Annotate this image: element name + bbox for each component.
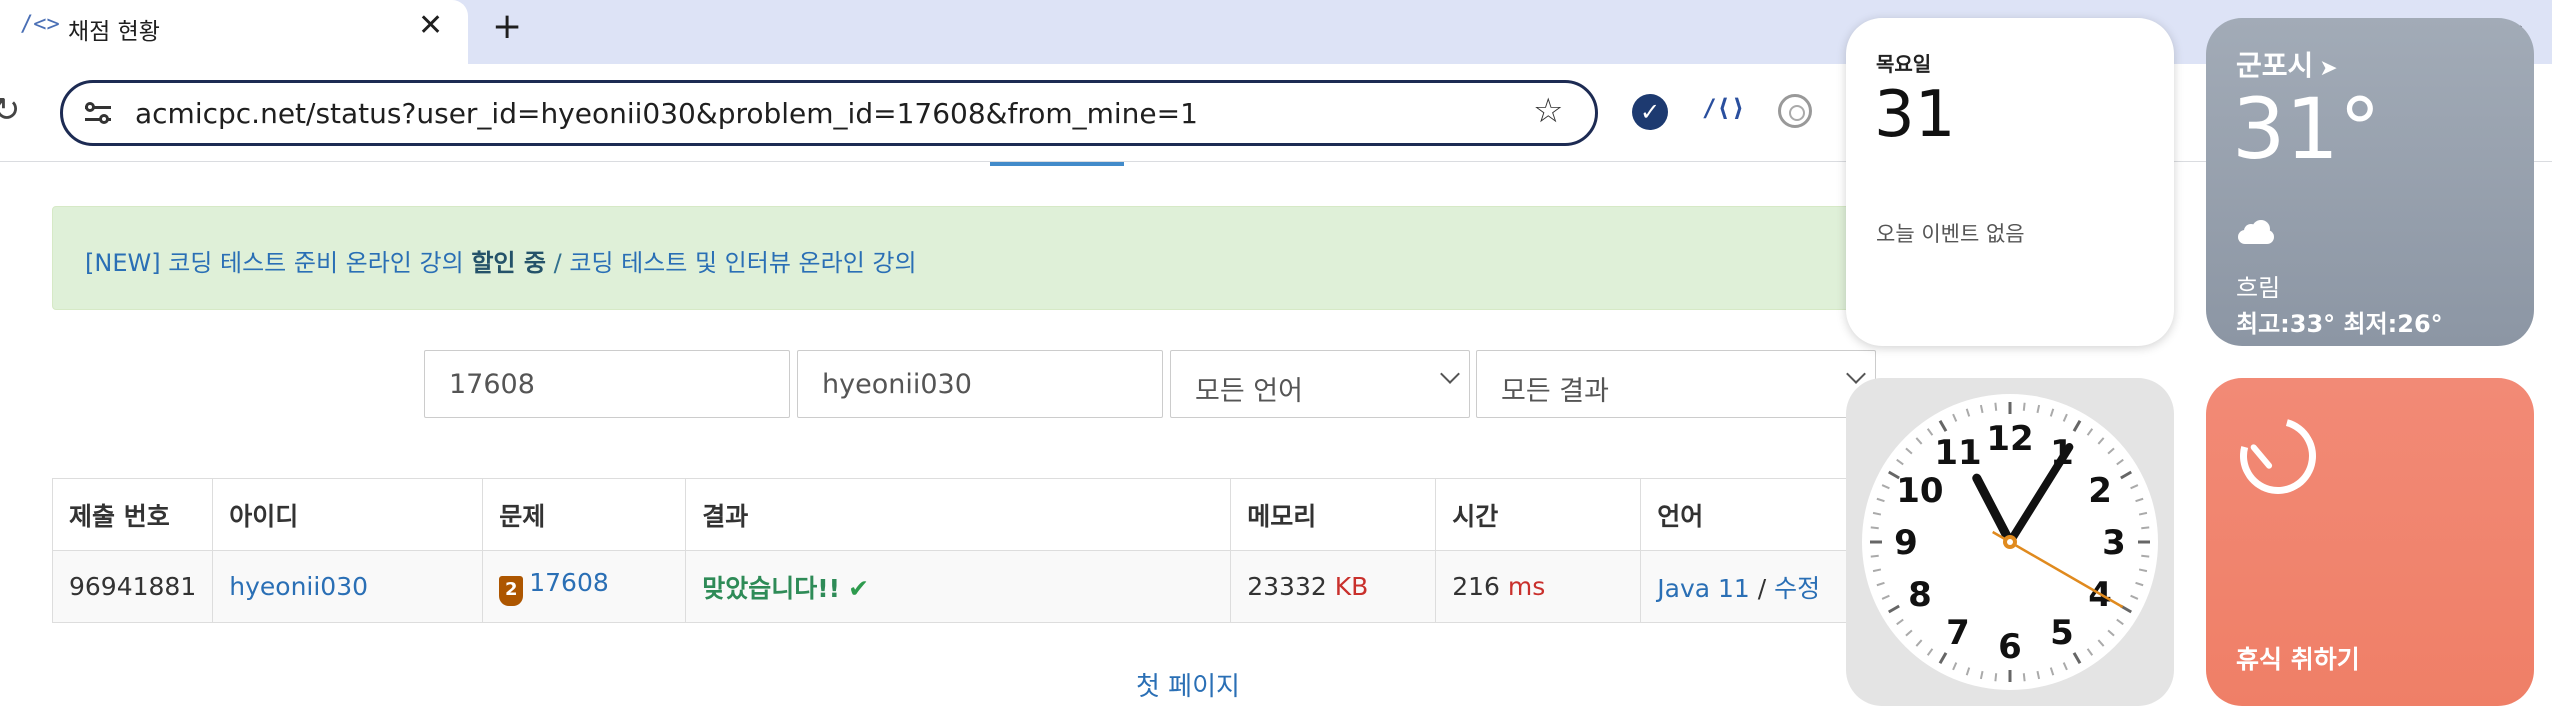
extension-check-icon[interactable]: ✓ bbox=[1632, 94, 1668, 130]
clock-numeral: 8 bbox=[1908, 575, 1932, 615]
address-bar[interactable]: acmicpc.net/status?user_id=hyeonii030&pr… bbox=[60, 80, 1598, 146]
reload-icon[interactable]: ↻ bbox=[0, 90, 21, 130]
site-settings-icon[interactable] bbox=[83, 99, 113, 129]
bookmark-star-icon[interactable]: ☆ bbox=[1533, 91, 1563, 131]
chevron-down-icon bbox=[1440, 364, 1460, 384]
user-id-input[interactable]: hyeonii030 bbox=[797, 350, 1163, 418]
table-header-row: 제출 번호 아이디 문제 결과 메모리 시간 언어 bbox=[51, 478, 1932, 551]
notice-separator: / bbox=[553, 249, 562, 277]
clock-numeral: 9 bbox=[1894, 523, 1918, 563]
clock-tick bbox=[1870, 554, 1879, 558]
extension-target-icon[interactable] bbox=[1778, 94, 1812, 128]
timer-widget[interactable]: 휴식 취하기 bbox=[2206, 378, 2534, 706]
chevron-down-icon bbox=[1846, 364, 1866, 384]
extension-code-icon[interactable]: /⟨⟩ bbox=[1702, 94, 1745, 122]
notice-text: [NEW] 코딩 테스트 준비 온라인 강의 할인 중 / 코딩 테스트 및 인… bbox=[85, 243, 917, 278]
header-problem: 문제 bbox=[482, 478, 687, 551]
clock-tick bbox=[2022, 402, 2026, 411]
timer-icon bbox=[2226, 404, 2330, 508]
lecture-link[interactable]: [NEW] 코딩 테스트 준비 온라인 강의 할인 중 bbox=[85, 249, 546, 277]
clock-numeral: 3 bbox=[2102, 523, 2126, 563]
code-icon: /<> bbox=[20, 12, 60, 37]
clock-numeral: 6 bbox=[1998, 627, 2022, 667]
time-unit: ms bbox=[1507, 572, 1546, 601]
clock-tick bbox=[2022, 673, 2026, 682]
clock-numeral: 11 bbox=[1934, 433, 1981, 473]
timer-label: 휴식 취하기 bbox=[2236, 645, 2360, 674]
calendar-date: 31 bbox=[1874, 78, 1956, 152]
header-time: 시간 bbox=[1435, 478, 1642, 551]
time-value: 216 bbox=[1452, 572, 1500, 601]
notice-banner: [NEW] 코딩 테스트 준비 온라인 강의 할인 중 / 코딩 테스트 및 인… bbox=[52, 206, 1922, 310]
first-page-link[interactable]: 첫 페이지 bbox=[1136, 666, 1240, 703]
language-link[interactable]: Java 11 bbox=[1657, 574, 1750, 603]
weather-widget[interactable]: 군포시 ➤ 31° 흐림 최고:33° 최저:26° bbox=[2206, 18, 2534, 346]
nav-active-underline bbox=[990, 162, 1124, 166]
clock-numeral: 5 bbox=[2050, 613, 2074, 653]
weather-city: 군포시 ➤ bbox=[2236, 49, 2338, 82]
problem-id-input[interactable]: 17608 bbox=[424, 350, 790, 418]
edit-link[interactable]: 수정 bbox=[1774, 574, 1820, 603]
clock-tick bbox=[2141, 526, 2150, 530]
clock-numeral: 12 bbox=[1986, 419, 2033, 459]
tier-badge-icon: 2 bbox=[499, 575, 524, 606]
language-separator: / bbox=[1757, 573, 1767, 603]
memory-value: 23332 bbox=[1247, 572, 1327, 601]
memory-unit: KB bbox=[1334, 572, 1369, 601]
header-result: 결과 bbox=[685, 478, 1232, 551]
header-user: 아이디 bbox=[212, 478, 484, 551]
analog-clock: 121234567891011 bbox=[1862, 394, 2158, 690]
clock-numeral: 10 bbox=[1896, 471, 1943, 511]
check-icon: ✔ bbox=[848, 573, 870, 603]
close-icon[interactable]: ✕ bbox=[418, 8, 443, 43]
clock-tick bbox=[2141, 554, 2150, 558]
interview-lecture-link[interactable]: 코딩 테스트 및 인터뷰 온라인 강의 bbox=[569, 249, 916, 277]
submission-id: 96941881 bbox=[51, 550, 214, 623]
new-tab-icon[interactable]: + bbox=[492, 6, 522, 47]
weather-condition: 흐림 bbox=[2236, 274, 2281, 302]
cloud-icon bbox=[2238, 220, 2274, 244]
clock-tick bbox=[1870, 526, 1879, 530]
calendar-weekday: 목요일 bbox=[1876, 52, 1932, 76]
location-arrow-icon: ➤ bbox=[2319, 56, 2338, 81]
clock-numeral: 2 bbox=[2088, 471, 2112, 511]
clock-tick bbox=[1994, 402, 1998, 411]
status-table: 제출 번호 아이디 문제 결과 메모리 시간 언어 96941881 hyeon… bbox=[51, 478, 1932, 623]
user-link[interactable]: hyeonii030 bbox=[229, 572, 368, 601]
language-select[interactable]: 모든 언어 bbox=[1170, 350, 1470, 418]
clock-numeral: 7 bbox=[1946, 613, 1970, 653]
result-status: 맞았습니다!! bbox=[702, 573, 841, 603]
header-submission-id: 제출 번호 bbox=[51, 478, 214, 551]
header-memory: 메모리 bbox=[1230, 478, 1437, 551]
problem-link[interactable]: 17608 bbox=[529, 568, 609, 597]
weather-temperature: 31° bbox=[2232, 80, 2381, 178]
url-text[interactable]: acmicpc.net/status?user_id=hyeonii030&pr… bbox=[135, 97, 1198, 130]
calendar-no-events: 오늘 이벤트 없음 bbox=[1876, 222, 2025, 246]
tab-title: 채점 현황 bbox=[68, 19, 160, 45]
result-select[interactable]: 모든 결과 bbox=[1476, 350, 1876, 418]
browser-tab[interactable]: /<> 채점 현황 ✕ bbox=[0, 0, 468, 70]
clock-tick bbox=[1994, 673, 1998, 682]
weather-range: 최고:33° 최저:26° bbox=[2236, 310, 2443, 338]
clock-widget[interactable]: 121234567891011 bbox=[1846, 378, 2174, 706]
discount-label: 할인 중 bbox=[471, 249, 546, 277]
table-row: 96941881 hyeonii030 2 17608 맞았습니다!! ✔ 2333… bbox=[51, 550, 1932, 623]
calendar-widget[interactable]: 목요일 31 오늘 이벤트 없음 bbox=[1846, 18, 2174, 346]
